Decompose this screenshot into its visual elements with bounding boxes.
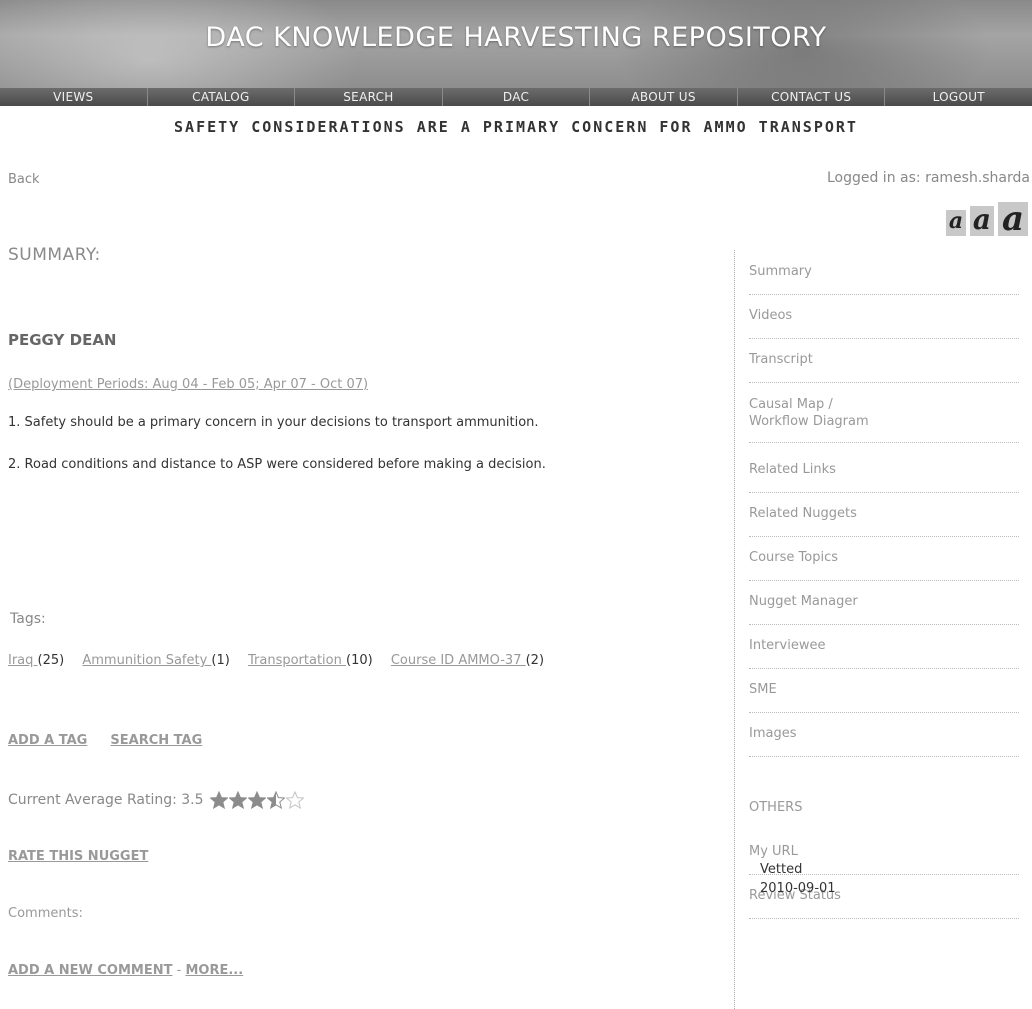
sidebar-item-label: Transcript bbox=[749, 352, 813, 367]
sidebar-item-label: Videos bbox=[749, 308, 793, 323]
sidebar-item-nugget-manager[interactable]: Nugget Manager bbox=[749, 594, 1019, 625]
tag-link[interactable]: Ammunition Safety bbox=[82, 653, 211, 668]
tag-count: (1) bbox=[211, 653, 230, 668]
others-heading: OTHERS bbox=[749, 800, 803, 815]
comment-separator: - bbox=[172, 963, 186, 978]
average-rating: Current Average Rating: 3.5 bbox=[8, 791, 304, 809]
nav-item-logout[interactable]: LOGOUT bbox=[885, 88, 1032, 106]
comments-heading: Comments: bbox=[8, 906, 83, 921]
sidebar-item-causal-map[interactable]: Causal Map / Workflow Diagram bbox=[749, 396, 1019, 443]
tags-heading: Tags: bbox=[10, 611, 46, 627]
sidebar-item-related-links[interactable]: Related Links bbox=[749, 462, 1019, 493]
nav-item-views[interactable]: VIEWS bbox=[0, 88, 148, 106]
sidebar-item-images[interactable]: Images bbox=[749, 726, 1019, 757]
add-tag-link[interactable]: ADD A TAG bbox=[8, 733, 87, 748]
nav-item-about-us[interactable]: ABOUT US bbox=[590, 88, 738, 106]
tag-link[interactable]: Course ID AMMO-37 bbox=[391, 653, 526, 668]
sidebar-item-interviewee[interactable]: Interviewee bbox=[749, 638, 1019, 669]
sidebar-item-label: Workflow Diagram bbox=[749, 414, 869, 429]
sidebar-item-label: Summary bbox=[749, 264, 812, 279]
logged-in-status: Logged in as: ramesh.sharda bbox=[826, 170, 1030, 186]
star-icon bbox=[228, 791, 247, 809]
nav-item-dac[interactable]: DAC bbox=[443, 88, 591, 106]
sidebar-item-label: Related Nuggets bbox=[749, 506, 857, 521]
tag-count: (25) bbox=[37, 653, 65, 668]
rate-nugget-link[interactable]: RATE THIS NUGGET bbox=[8, 849, 148, 864]
sidebar-item-label: Course Topics bbox=[749, 550, 838, 565]
back-link[interactable]: Back bbox=[8, 172, 40, 187]
tag-link[interactable]: Iraq bbox=[8, 653, 38, 668]
interviewee-name: PEGGY DEAN bbox=[8, 331, 117, 349]
header-banner: DAC KNOWLEDGE HARVESTING REPOSITORY bbox=[0, 0, 1032, 88]
summary-heading: SUMMARY: bbox=[8, 245, 101, 265]
sidebar-item-label: Nugget Manager bbox=[749, 594, 858, 609]
star-icon bbox=[209, 791, 228, 809]
tag-count: (2) bbox=[525, 653, 545, 668]
review-status-value: Vetted 2010-09-01 bbox=[760, 860, 836, 898]
star-icon bbox=[266, 791, 285, 809]
font-large-button[interactable]: a bbox=[998, 202, 1028, 236]
tag-actions: ADD A TAG SEARCH TAG bbox=[8, 733, 202, 748]
sidebar-item-label: Causal Map / bbox=[749, 397, 833, 412]
comment-actions: ADD A NEW COMMENT - MORE... bbox=[8, 963, 243, 978]
add-comment-link[interactable]: ADD A NEW COMMENT bbox=[8, 963, 172, 978]
sidebar-item-transcript[interactable]: Transcript bbox=[749, 352, 1019, 383]
summary-point: 1. Safety should be a primary concern in… bbox=[8, 415, 539, 430]
font-small-button[interactable]: a bbox=[946, 210, 966, 236]
rating-stars bbox=[209, 791, 304, 809]
more-comments-link[interactable]: MORE... bbox=[185, 963, 243, 978]
sidebar-item-course-topics[interactable]: Course Topics bbox=[749, 550, 1019, 581]
tags-list: Iraq (25) Ammunition Safety (1) Transpor… bbox=[8, 653, 558, 668]
status-date: 2010-09-01 bbox=[760, 881, 836, 896]
summary-point: 2. Road conditions and distance to ASP w… bbox=[8, 457, 546, 472]
star-icon bbox=[285, 791, 304, 809]
sidebar-item-videos[interactable]: Videos bbox=[749, 308, 1019, 339]
sidebar-item-label: Interviewee bbox=[749, 638, 826, 653]
sidebar-item-label: Images bbox=[749, 726, 797, 741]
nav-item-catalog[interactable]: CATALOG bbox=[148, 88, 296, 106]
font-medium-button[interactable]: a bbox=[970, 206, 994, 236]
main-nav: VIEWS CATALOG SEARCH DAC ABOUT US CONTAC… bbox=[0, 88, 1032, 106]
star-icon bbox=[247, 791, 266, 809]
status-text: Vetted bbox=[760, 862, 803, 877]
font-size-controls: a a a bbox=[946, 202, 1028, 236]
sidebar-item-label: My URL bbox=[749, 844, 798, 859]
tag-link[interactable]: Transportation bbox=[248, 653, 346, 668]
tag-count: (10) bbox=[346, 653, 373, 668]
site-title: DAC KNOWLEDGE HARVESTING REPOSITORY bbox=[205, 22, 827, 53]
deployment-periods-link[interactable]: (Deployment Periods: Aug 04 - Feb 05; Ap… bbox=[8, 377, 368, 392]
search-tag-link[interactable]: SEARCH TAG bbox=[110, 733, 202, 748]
sidebar-item-related-nuggets[interactable]: Related Nuggets bbox=[749, 506, 1019, 537]
sidebar-item-sme[interactable]: SME bbox=[749, 682, 1019, 713]
nav-item-search[interactable]: SEARCH bbox=[295, 88, 443, 106]
sidebar-item-label: SME bbox=[749, 682, 777, 697]
nav-item-contact-us[interactable]: CONTACT US bbox=[738, 88, 886, 106]
sidebar-item-label: Related Links bbox=[749, 462, 836, 477]
rating-label: Current Average Rating: 3.5 bbox=[8, 792, 204, 808]
page-title: SAFETY CONSIDERATIONS ARE A PRIMARY CONC… bbox=[174, 118, 858, 136]
sidebar-item-summary[interactable]: Summary bbox=[749, 264, 1019, 295]
